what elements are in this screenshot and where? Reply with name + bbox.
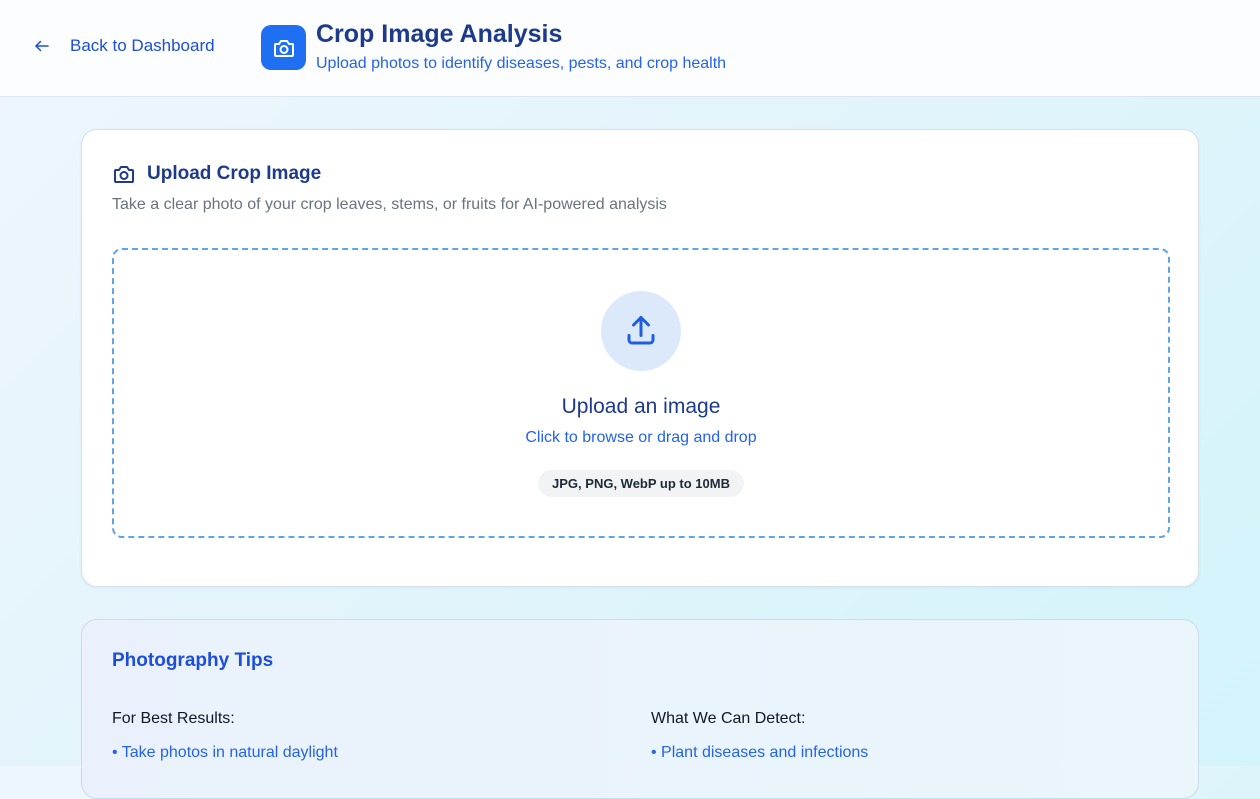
- list-item: • Plant diseases and infections: [651, 744, 869, 761]
- back-to-dashboard-link[interactable]: Back to Dashboard: [33, 36, 215, 56]
- photography-tips-card: Photography Tips For Best Results: • Tak…: [81, 619, 1199, 799]
- upload-card-title: Upload Crop Image: [112, 162, 321, 186]
- page-header: Back to Dashboard Crop Image Analysis Up…: [0, 0, 1260, 97]
- upload-card: Upload Crop Image Take a clear photo of …: [81, 129, 1199, 587]
- camera-icon: [114, 166, 134, 183]
- back-label: Back to Dashboard: [70, 36, 215, 55]
- best-results-column: For Best Results: • Take photos in natur…: [112, 710, 338, 762]
- upload-card-description: Take a clear photo of your crop leaves, …: [112, 196, 667, 213]
- list-item: • Take photos in natural daylight: [112, 744, 338, 761]
- detect-column: What We Can Detect: • Plant diseases and…: [651, 710, 868, 762]
- camera-icon: [273, 39, 294, 57]
- detect-heading: What We Can Detect:: [651, 710, 806, 727]
- file-format-badge: JPG, PNG, WebP up to 10MB: [538, 470, 744, 497]
- page-subtitle: Upload photos to identify diseases, pest…: [316, 55, 727, 72]
- image-dropzone[interactable]: Upload an image Click to browse or drag …: [112, 248, 1170, 538]
- dropzone-subtitle: Click to browse or drag and drop: [525, 429, 757, 446]
- upload-card-title-text: Upload Crop Image: [147, 163, 322, 184]
- dropzone-title: Upload an image: [561, 395, 721, 418]
- header-camera-badge: [261, 25, 306, 70]
- tips-title: Photography Tips: [112, 650, 274, 671]
- page-title: Crop Image Analysis: [316, 20, 563, 48]
- upload-button-circle[interactable]: [601, 291, 681, 371]
- upload-icon: [627, 316, 655, 345]
- arrow-left-icon: [35, 40, 49, 52]
- best-results-heading: For Best Results:: [112, 710, 235, 727]
